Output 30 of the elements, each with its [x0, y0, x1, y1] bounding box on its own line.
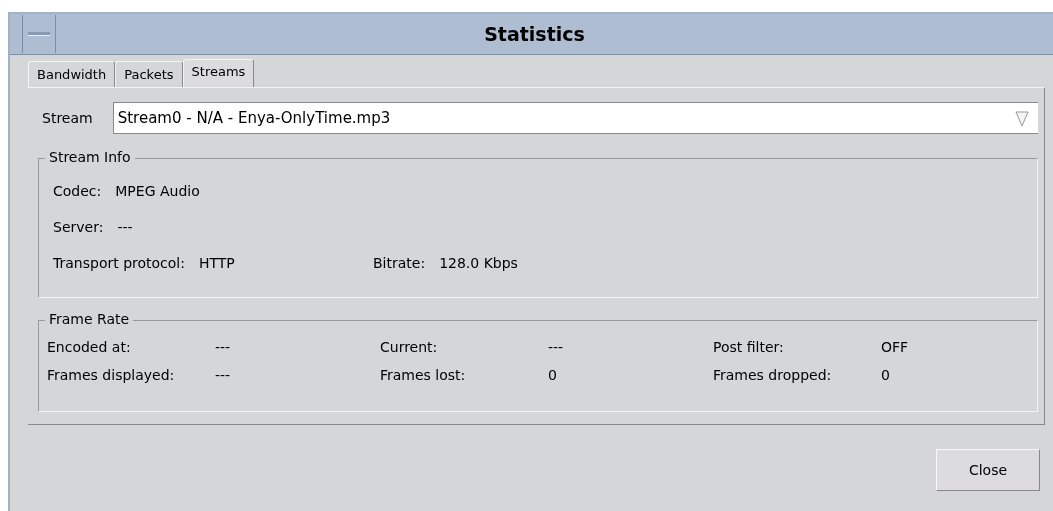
field-value: --- — [215, 367, 232, 383]
group-title: Frame Rate — [45, 311, 134, 327]
window-menu-button[interactable] — [22, 15, 56, 53]
tab[interactable]: Bandwidth — [28, 61, 116, 87]
close-button[interactable]: Close — [936, 449, 1040, 491]
field-value: MPEG Audio — [115, 183, 200, 201]
field-value: --- — [215, 339, 232, 355]
field-value: HTTP — [198, 255, 235, 273]
field-label: Bitrate: — [373, 255, 426, 273]
field-label: Frames dropped: — [713, 367, 833, 383]
stream-dropdown[interactable]: Stream0 - N/A - Enya-OnlyTime.mp3 — [112, 102, 1038, 134]
field-label: Server: — [53, 219, 104, 237]
field-label: Current: — [380, 339, 439, 355]
field-value: 0 — [881, 367, 891, 383]
group-title: Stream Info — [45, 149, 135, 165]
field-value: 0 — [548, 367, 558, 383]
tab[interactable]: Packets — [115, 61, 183, 87]
field-label: Codec: — [53, 183, 102, 201]
field-value: --- — [117, 219, 133, 237]
field-label: Frames displayed: — [47, 367, 176, 383]
field-value: --- — [548, 339, 565, 355]
field-label: Post filter: — [713, 339, 785, 355]
field-label: Encoded at: — [47, 339, 132, 355]
field-value: 128.0 Kbps — [439, 255, 518, 273]
tab[interactable]: Streams — [182, 59, 255, 87]
field-value: OFF — [881, 339, 910, 355]
stream-label: Stream — [41, 110, 93, 126]
window-title: Statistics — [483, 23, 586, 45]
field-label: Transport protocol: — [53, 255, 185, 273]
field-label: Frames lost: — [380, 367, 467, 383]
